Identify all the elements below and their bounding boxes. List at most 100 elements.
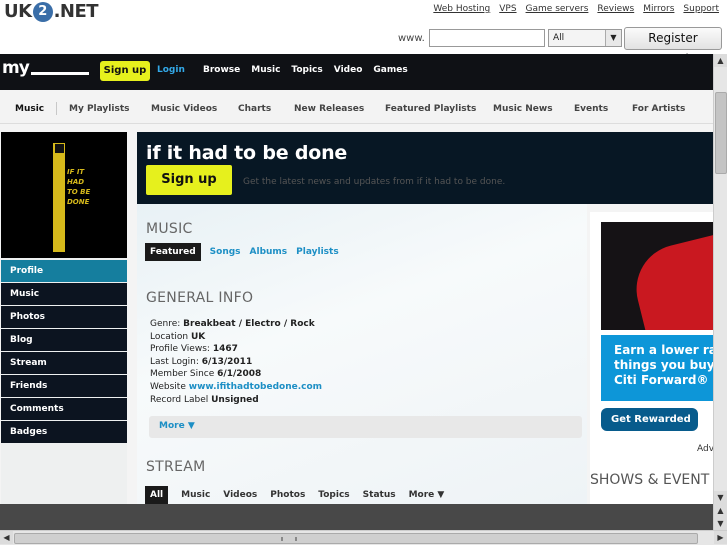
- subnav-new-releases[interactable]: New Releases: [294, 104, 364, 114]
- subnav-charts[interactable]: Charts: [238, 104, 271, 114]
- info-label-label: Record Label: [150, 394, 209, 405]
- stream-tabs: All Music Videos Photos Topics Status Mo…: [145, 486, 444, 504]
- info-website-label: Website: [150, 381, 186, 392]
- myspace-logo[interactable]: my: [2, 58, 89, 78]
- uk2-logo[interactable]: UK 2 .NET: [4, 1, 99, 22]
- general-info-heading: GENERAL INFO: [146, 290, 254, 306]
- music-tab-playlists[interactable]: Playlists: [296, 243, 339, 261]
- horizontal-scrollbar[interactable]: ◀ ▶: [0, 530, 727, 545]
- info-member-value: 6/1/2008: [217, 369, 262, 380]
- profile-menu-photos[interactable]: Photos: [1, 306, 127, 328]
- artist-signup-button[interactable]: Sign up: [146, 165, 232, 195]
- info-location-value: UK: [190, 331, 206, 342]
- info-record-label: Record Label Unsigned: [150, 394, 322, 407]
- nav-login-link[interactable]: Login: [157, 65, 185, 75]
- link-web-hosting[interactable]: Web Hosting: [433, 4, 490, 14]
- info-genre-label: Genre:: [150, 319, 181, 329]
- scrollbar-corner: ▲ ▼: [713, 504, 727, 530]
- register-domain-button[interactable]: Register Domain: [624, 27, 722, 66]
- subnav-music[interactable]: Music: [15, 104, 44, 114]
- music-heading: MUSIC: [146, 221, 193, 237]
- vertical-scroll-thumb[interactable]: [715, 92, 727, 174]
- info-member-label: Member Since: [150, 369, 215, 380]
- stream-tab-all[interactable]: All: [145, 486, 169, 504]
- info-views: Profile Views: 1467: [150, 343, 322, 356]
- tld-select[interactable]: All ▼: [548, 29, 622, 47]
- info-more-bar: More ▼: [149, 416, 582, 438]
- myspace-logo-text: my: [2, 58, 30, 78]
- subnav-for-artists[interactable]: For Artists: [632, 104, 685, 114]
- chevron-down-icon: ▼: [605, 30, 621, 46]
- stream-tab-more[interactable]: More ▼: [409, 486, 445, 504]
- profile-menu-profile[interactable]: Profile: [1, 260, 127, 282]
- star-icon: [55, 144, 64, 153]
- scroll-up-icon[interactable]: ▲: [714, 504, 727, 517]
- artist-name: if it had to be done: [146, 142, 348, 164]
- domain-search-input[interactable]: [429, 29, 545, 47]
- scroll-left-icon[interactable]: ◀: [0, 531, 13, 544]
- logo-underline: [30, 72, 89, 75]
- profile-menu-friends[interactable]: Friends: [1, 375, 127, 397]
- horizontal-scroll-thumb[interactable]: [14, 533, 698, 544]
- stream-tab-videos[interactable]: Videos: [223, 486, 257, 504]
- info-last-login: Last Login: 6/13/2011: [150, 356, 322, 369]
- profile-menu: Profile Music Photos Blog Stream Friends…: [1, 260, 127, 444]
- info-genre-value: Breakbeat / Electro / Rock: [183, 319, 315, 329]
- profile-menu-stream[interactable]: Stream: [1, 352, 127, 374]
- info-member-since: Member Since 6/1/2008: [150, 368, 322, 381]
- info-website-link[interactable]: www.ifithadtobedone.com: [189, 382, 322, 392]
- subnav-music-videos[interactable]: Music Videos: [151, 104, 217, 114]
- info-more-button[interactable]: More ▼: [159, 421, 195, 431]
- music-subnav: Music My Playlists Music Videos Charts N…: [0, 90, 713, 124]
- link-mirrors[interactable]: Mirrors: [643, 4, 674, 14]
- stream-tab-topics[interactable]: Topics: [318, 486, 349, 504]
- profile-content: IF IT HAD TO BE DONE Profile Music Photo…: [0, 124, 713, 504]
- link-support[interactable]: Support: [683, 4, 719, 14]
- profile-menu-music[interactable]: Music: [1, 283, 127, 305]
- music-tab-featured[interactable]: Featured: [145, 243, 201, 261]
- profile-menu-comments[interactable]: Comments: [1, 398, 127, 420]
- ad-image[interactable]: [601, 222, 713, 330]
- scroll-down-icon[interactable]: ▼: [714, 491, 727, 504]
- artist-photo[interactable]: IF IT HAD TO BE DONE: [1, 132, 127, 258]
- music-tab-songs[interactable]: Songs: [210, 243, 241, 261]
- subnav-my-playlists[interactable]: My Playlists: [69, 104, 130, 114]
- nav-video[interactable]: Video: [334, 65, 363, 75]
- info-website: Website www.ifithadtobedone.com: [150, 381, 322, 394]
- subnav-events[interactable]: Events: [574, 104, 608, 114]
- nav-music[interactable]: Music: [251, 65, 280, 75]
- ad-line-3: Citi Forward® ca: [614, 373, 713, 387]
- nav-games[interactable]: Games: [373, 65, 407, 75]
- general-info-list: Genre: Breakbeat / Electro / Rock Locati…: [150, 318, 322, 406]
- stream-tab-photos[interactable]: Photos: [270, 486, 305, 504]
- ad-text-panel[interactable]: Earn a lower ra things you buy Citi Forw…: [601, 335, 713, 401]
- browser-page: UK 2 .NET Web Hosting VPS Game servers Rev…: [0, 0, 727, 545]
- nav-signup-button[interactable]: Sign up: [100, 61, 150, 81]
- vertical-scrollbar[interactable]: ▲ ▼: [713, 54, 727, 504]
- right-column: Earn a lower ra things you buy Citi Forw…: [590, 212, 713, 504]
- music-tab-albums[interactable]: Albums: [250, 243, 288, 261]
- subnav-featured-playlists[interactable]: Featured Playlists: [385, 104, 476, 114]
- scroll-down-icon[interactable]: ▼: [714, 517, 727, 530]
- nav-topics[interactable]: Topics: [291, 65, 322, 75]
- get-rewarded-button[interactable]: Get Rewarded ▸: [601, 408, 698, 448]
- scroll-up-icon[interactable]: ▲: [714, 54, 727, 67]
- scroll-right-icon[interactable]: ▶: [714, 531, 727, 544]
- profile-menu-badges[interactable]: Badges: [1, 421, 127, 443]
- subnav-music-news[interactable]: Music News: [493, 104, 553, 114]
- profile-sidebar: IF IT HAD TO BE DONE Profile Music Photo…: [1, 132, 127, 504]
- nav-browse[interactable]: Browse: [203, 65, 240, 75]
- www-label: www.: [398, 33, 425, 44]
- stream-tab-status[interactable]: Status: [363, 486, 396, 504]
- info-location: Location UK: [150, 331, 322, 344]
- main-nav-links: Browse Music Topics Video Games: [203, 65, 408, 75]
- link-game-servers[interactable]: Game servers: [526, 4, 589, 14]
- link-vps[interactable]: VPS: [499, 4, 516, 14]
- uk2-top-links: Web Hosting VPS Game servers Reviews Mir…: [433, 4, 719, 14]
- link-reviews[interactable]: Reviews: [597, 4, 634, 14]
- stream-tab-music[interactable]: Music: [181, 486, 210, 504]
- info-views-label: Profile Views:: [150, 344, 210, 355]
- artist-photo-text: IF IT HAD TO BE DONE: [67, 168, 91, 206]
- info-genre: Genre: Breakbeat / Electro / Rock: [150, 318, 322, 331]
- profile-menu-blog[interactable]: Blog: [1, 329, 127, 351]
